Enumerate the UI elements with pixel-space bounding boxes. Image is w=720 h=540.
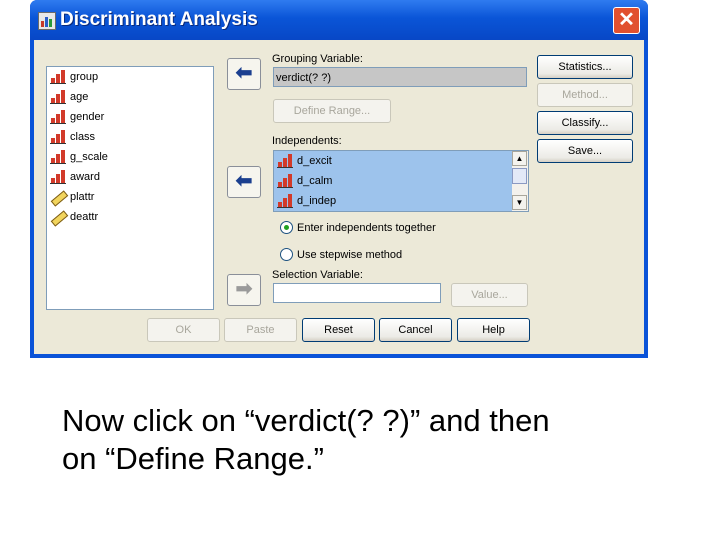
source-variable-list[interactable]: group age gender class g_scale award pla…: [46, 66, 214, 310]
scale-variable-icon: [277, 194, 293, 208]
variable-item[interactable]: class: [47, 127, 213, 147]
independent-item[interactable]: d_calm: [274, 171, 528, 191]
string-variable-icon: [50, 190, 69, 207]
close-button[interactable]: ✕: [613, 7, 640, 34]
move-to-grouping-button[interactable]: ⬅: [227, 58, 261, 90]
save-button[interactable]: Save...: [537, 139, 633, 163]
scale-variable-icon: [50, 70, 66, 84]
variable-item[interactable]: plattr: [47, 187, 213, 207]
discriminant-analysis-dialog: Discriminant Analysis ✕ group age gender…: [30, 0, 648, 358]
independent-item[interactable]: d_excit: [274, 151, 528, 171]
enter-together-radio[interactable]: [280, 221, 293, 234]
selection-variable-label: Selection Variable:: [272, 269, 363, 281]
scale-variable-icon: [50, 90, 66, 104]
scale-variable-icon: [50, 150, 66, 164]
caption-line-2: on “Define Range.”: [62, 441, 324, 476]
enter-together-label: Enter independents together: [297, 222, 436, 234]
scale-variable-icon: [277, 174, 293, 188]
ok-button[interactable]: OK: [147, 318, 220, 342]
window-title: Discriminant Analysis: [60, 9, 258, 30]
classify-button[interactable]: Classify...: [537, 111, 633, 135]
variable-item[interactable]: deattr: [47, 207, 213, 227]
variable-item[interactable]: group: [47, 67, 213, 87]
caption-line-1: Now click on “verdict(? ?)” and then: [62, 403, 550, 438]
scale-variable-icon: [277, 154, 293, 168]
value-button[interactable]: Value...: [451, 283, 528, 307]
arrow-left-icon: ⬅: [235, 170, 253, 192]
grouping-variable-label: Grouping Variable:: [272, 53, 363, 65]
variable-item[interactable]: award: [47, 167, 213, 187]
variable-item[interactable]: age: [47, 87, 213, 107]
stepwise-label: Use stepwise method: [297, 249, 403, 261]
scroll-up-button[interactable]: ▲: [512, 151, 527, 166]
method-button[interactable]: Method...: [537, 83, 633, 107]
scale-variable-icon: [50, 110, 66, 124]
independents-scrollbar[interactable]: ▲ ▼: [512, 151, 528, 211]
scale-variable-icon: [50, 130, 66, 144]
arrow-left-icon: ⬅: [235, 62, 253, 84]
independents-label: Independents:: [272, 135, 342, 147]
arrow-right-icon: ➡: [235, 278, 253, 300]
scroll-thumb[interactable]: [512, 168, 527, 184]
dialog-body: group age gender class g_scale award pla…: [34, 40, 644, 354]
scroll-down-button[interactable]: ▼: [512, 195, 527, 210]
independent-item[interactable]: d_indep: [274, 191, 528, 211]
string-variable-icon: [50, 210, 69, 227]
instruction-caption: Now click on “verdict(? ?)” and then on …: [62, 402, 702, 478]
statistics-button[interactable]: Statistics...: [537, 55, 633, 79]
triangle-down-icon: ▼: [515, 198, 524, 207]
selection-variable-field[interactable]: [273, 283, 441, 303]
grouping-variable-field[interactable]: verdict(? ?): [273, 67, 527, 87]
independents-list[interactable]: d_excit d_calm d_indep ▲ ▼: [273, 150, 529, 212]
title-bar[interactable]: Discriminant Analysis ✕: [30, 0, 648, 40]
triangle-up-icon: ▲: [515, 154, 524, 163]
stepwise-radio[interactable]: [280, 248, 293, 261]
cancel-button[interactable]: Cancel: [379, 318, 452, 342]
move-to-independents-button[interactable]: ⬅: [227, 166, 261, 198]
variable-item[interactable]: g_scale: [47, 147, 213, 167]
bar-chart-icon: [38, 12, 56, 30]
scale-variable-icon: [50, 170, 66, 184]
variable-item[interactable]: gender: [47, 107, 213, 127]
close-icon: ✕: [618, 9, 635, 31]
reset-button[interactable]: Reset: [302, 318, 375, 342]
paste-button[interactable]: Paste: [224, 318, 297, 342]
help-button[interactable]: Help: [457, 318, 530, 342]
move-to-selection-button[interactable]: ➡: [227, 274, 261, 306]
define-range-button[interactable]: Define Range...: [273, 99, 391, 123]
